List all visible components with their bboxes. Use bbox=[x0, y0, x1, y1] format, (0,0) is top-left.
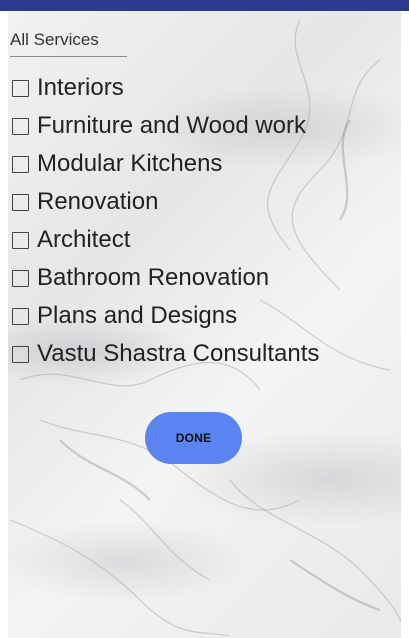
service-item-renovation[interactable]: Renovation bbox=[10, 183, 399, 221]
service-item-plans-and-designs[interactable]: Plans and Designs bbox=[10, 297, 399, 335]
checkbox[interactable] bbox=[12, 345, 29, 363]
checkbox[interactable] bbox=[12, 269, 29, 287]
checkbox[interactable] bbox=[12, 155, 29, 173]
service-label: Vastu Shastra Consultants bbox=[37, 340, 320, 367]
done-button[interactable]: DONE bbox=[145, 412, 242, 464]
service-label: Modular Kitchens bbox=[37, 150, 223, 177]
service-label: Bathroom Renovation bbox=[37, 264, 270, 291]
screen-border-right bbox=[401, 11, 409, 638]
checkbox[interactable] bbox=[12, 193, 29, 211]
service-filter-panel: All Services Interiors Furniture and Woo… bbox=[10, 28, 399, 373]
service-item-bathroom-renovation[interactable]: Bathroom Renovation bbox=[10, 259, 399, 297]
service-label: Plans and Designs bbox=[37, 302, 238, 329]
service-label: Renovation bbox=[37, 188, 159, 215]
service-label: Furniture and Wood work bbox=[37, 112, 307, 139]
category-spinner[interactable]: All Services bbox=[10, 28, 127, 57]
checkbox[interactable] bbox=[12, 231, 29, 249]
service-item-architect[interactable]: Architect bbox=[10, 221, 399, 259]
checkbox[interactable] bbox=[12, 117, 29, 135]
checkbox[interactable] bbox=[12, 307, 29, 325]
service-item-furniture-and-wood-work[interactable]: Furniture and Wood work bbox=[10, 107, 399, 145]
service-item-interiors[interactable]: Interiors bbox=[10, 69, 399, 107]
service-label: Architect bbox=[37, 226, 131, 253]
service-item-vastu-shastra-consultants[interactable]: Vastu Shastra Consultants bbox=[10, 335, 399, 373]
service-label: Interiors bbox=[37, 74, 124, 101]
checkbox[interactable] bbox=[12, 79, 29, 97]
status-bar-edge bbox=[0, 0, 409, 11]
screen-border-left bbox=[0, 11, 8, 638]
service-list: Interiors Furniture and Wood work Modula… bbox=[10, 69, 399, 373]
service-item-modular-kitchens[interactable]: Modular Kitchens bbox=[10, 145, 399, 183]
